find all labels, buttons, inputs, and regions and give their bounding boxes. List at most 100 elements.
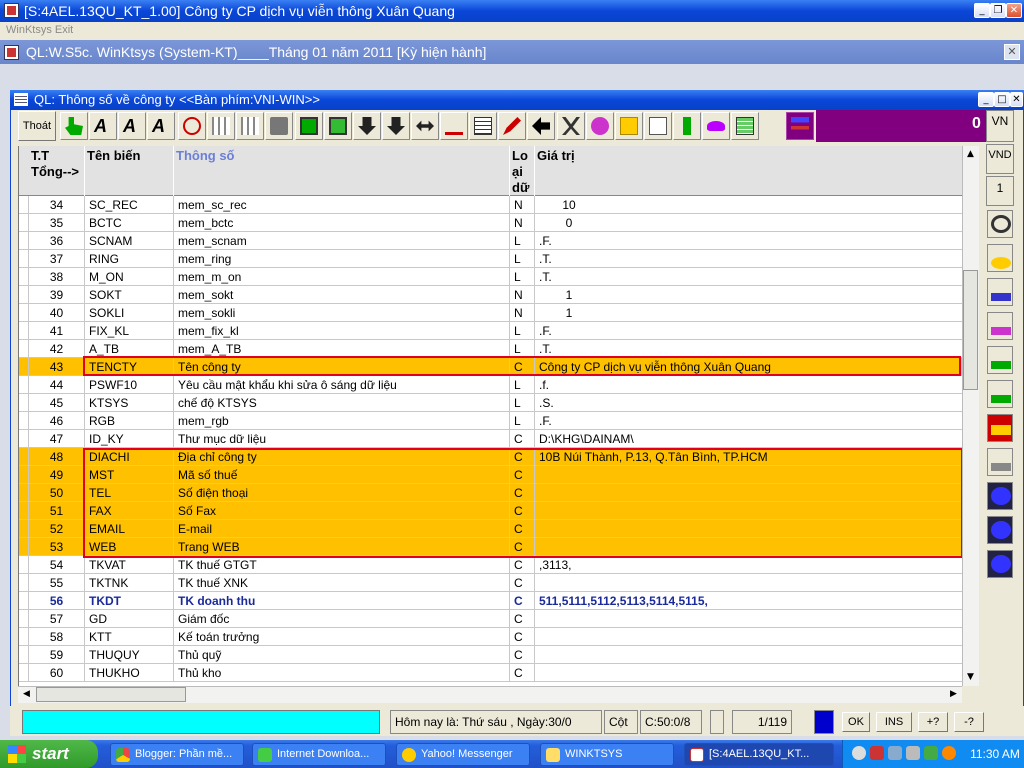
lef-icon[interactable]: [586, 112, 614, 140]
blue-02-icon[interactable]: [987, 516, 1013, 544]
cell-tt[interactable]: 56: [29, 592, 85, 610]
task-winktsys[interactable]: WINKTSYS: [540, 743, 674, 766]
cell-value[interactable]: [535, 610, 962, 628]
cell-tt[interactable]: 35: [29, 214, 85, 232]
cell-type[interactable]: N: [510, 304, 535, 322]
inner-minimize-icon[interactable]: _: [978, 92, 994, 107]
header-tt[interactable]: T.T Tổng-->: [29, 146, 85, 196]
cell-name[interactable]: DIACHI: [85, 448, 174, 466]
notepad-icon[interactable]: [731, 112, 759, 140]
sort-az-icon[interactable]: A: [89, 112, 117, 140]
number-indicator[interactable]: 1: [986, 176, 1014, 206]
cell-type[interactable]: L: [510, 376, 535, 394]
cell-type[interactable]: C: [510, 592, 535, 610]
cell-param[interactable]: Trang WEB: [174, 538, 510, 556]
cell-value[interactable]: .F.: [535, 232, 962, 250]
cell-name[interactable]: ID_KY: [85, 430, 174, 448]
cell-param[interactable]: mem_scnam: [174, 232, 510, 250]
table-row[interactable]: 37 RING mem_ring L .T.: [19, 250, 962, 268]
cell-name[interactable]: THUQUY: [85, 646, 174, 664]
cell-value[interactable]: [535, 664, 962, 682]
record-icon[interactable]: [178, 112, 206, 140]
table-row[interactable]: 35 BCTC mem_bctc N 0: [19, 214, 962, 232]
vertical-scrollbar[interactable]: [962, 146, 979, 686]
table-row[interactable]: 45 KTSYS chế độ KTSYS L .S.: [19, 394, 962, 412]
cell-tt[interactable]: 37: [29, 250, 85, 268]
cell-name[interactable]: RGB: [85, 412, 174, 430]
table-row[interactable]: 56 TKDT TK doanh thu C 511,5111,5112,5113,51…: [19, 592, 962, 610]
cell-param[interactable]: TK doanh thu: [174, 592, 510, 610]
table-row[interactable]: 53 WEB Trang WEB C: [19, 538, 962, 556]
scissors-icon[interactable]: [557, 112, 585, 140]
cell-name[interactable]: TEL: [85, 484, 174, 502]
minus-help-button[interactable]: -?: [954, 712, 984, 732]
cell-param[interactable]: mem_A_TB: [174, 340, 510, 358]
cell-name[interactable]: SOKLI: [85, 304, 174, 322]
table-row[interactable]: 44 PSWF10 Yêu cầu mật khẩu khi sửa ô sáng …: [19, 376, 962, 394]
cell-value[interactable]: 0: [535, 214, 962, 232]
hat-icon[interactable]: [702, 112, 730, 140]
minimize-icon[interactable]: _: [974, 3, 990, 18]
vertical-scroll-thumb[interactable]: [963, 270, 978, 390]
down-arrow-g-icon[interactable]: [353, 112, 381, 140]
cell-type[interactable]: L: [510, 340, 535, 358]
cell-param[interactable]: Kế toán trưởng: [174, 628, 510, 646]
scroll-down-icon[interactable]: ▼: [963, 670, 978, 685]
cell-param[interactable]: mem_ring: [174, 250, 510, 268]
back-arrow-icon[interactable]: [527, 112, 555, 140]
ok-button[interactable]: OK: [842, 712, 870, 732]
tray-v-icon[interactable]: [870, 746, 884, 760]
cell-param[interactable]: Giám đốc: [174, 610, 510, 628]
cell-tt[interactable]: 47: [29, 430, 85, 448]
cell-tt[interactable]: 53: [29, 538, 85, 556]
cell-type[interactable]: C: [510, 556, 535, 574]
cell-type[interactable]: C: [510, 574, 535, 592]
table-row[interactable]: 55 TKTNK TK thuế XNK C: [19, 574, 962, 592]
cell-tt[interactable]: 43: [29, 358, 85, 376]
cell-tt[interactable]: 45: [29, 394, 85, 412]
ql-close-icon[interactable]: ✕: [1004, 44, 1020, 60]
wf-icon[interactable]: [615, 112, 643, 140]
cell-param[interactable]: mem_sokli: [174, 304, 510, 322]
cell-name[interactable]: TKVAT: [85, 556, 174, 574]
cell-value[interactable]: [535, 520, 962, 538]
cell-type[interactable]: C: [510, 448, 535, 466]
cell-param[interactable]: E-mail: [174, 520, 510, 538]
cell-tt[interactable]: 40: [29, 304, 85, 322]
task-current[interactable]: [S:4AEL.13QU_KT...: [684, 743, 834, 766]
cell-name[interactable]: TKDT: [85, 592, 174, 610]
cell-param[interactable]: mem_fix_kl: [174, 322, 510, 340]
cell-tt[interactable]: 50: [29, 484, 85, 502]
cell-type[interactable]: L: [510, 268, 535, 286]
cell-type[interactable]: L: [510, 412, 535, 430]
so-icon[interactable]: [987, 414, 1013, 442]
cell-tt[interactable]: 44: [29, 376, 85, 394]
cell-name[interactable]: KTT: [85, 628, 174, 646]
down-arrow-icon[interactable]: [382, 112, 410, 140]
cell-type[interactable]: C: [510, 484, 535, 502]
blue-01-icon[interactable]: [987, 482, 1013, 510]
tray-orange-icon[interactable]: [942, 746, 956, 760]
cell-value[interactable]: .f.: [535, 376, 962, 394]
header-name[interactable]: Tên biến: [85, 146, 174, 196]
cell-type[interactable]: L: [510, 394, 535, 412]
left-right-arrow-icon[interactable]: [411, 112, 439, 140]
task-yahoo[interactable]: Yahoo! Messenger: [396, 743, 530, 766]
table-row[interactable]: 59 THUQUY Thủ quỹ C: [19, 646, 962, 664]
scroll-left-icon[interactable]: ◀: [19, 687, 34, 702]
cell-param[interactable]: Thư mục dữ liệu: [174, 430, 510, 448]
green-panel-icon[interactable]: [324, 112, 352, 140]
cell-param[interactable]: mem_m_on: [174, 268, 510, 286]
cell-name[interactable]: KTSYS: [85, 394, 174, 412]
green-screen-icon[interactable]: [295, 112, 323, 140]
pen-tool-icon[interactable]: [498, 112, 526, 140]
cell-value[interactable]: .S.: [535, 394, 962, 412]
cell-type[interactable]: C: [510, 664, 535, 682]
tray-monitor-icon[interactable]: [906, 746, 920, 760]
cell-value[interactable]: [535, 628, 962, 646]
cell-tt[interactable]: 41: [29, 322, 85, 340]
cell-tt[interactable]: 46: [29, 412, 85, 430]
cell-param[interactable]: mem_sokt: [174, 286, 510, 304]
scroll-right-icon[interactable]: ▶: [946, 687, 961, 702]
header-value[interactable]: Giá trị: [535, 146, 962, 196]
